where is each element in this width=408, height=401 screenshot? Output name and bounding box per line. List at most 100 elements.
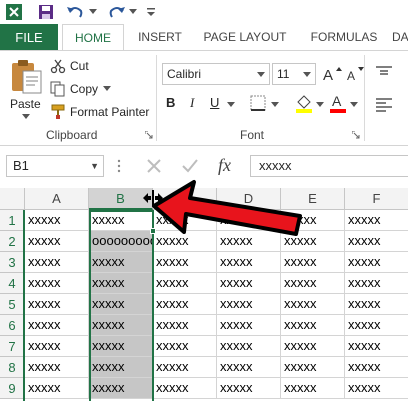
row-header[interactable]: 5 — [0, 294, 25, 315]
cell-e6[interactable]: xxxxx — [281, 315, 345, 336]
cell-f9[interactable]: xxxxx — [345, 378, 408, 399]
italic-button[interactable]: I — [190, 95, 204, 113]
bold-button[interactable]: B — [166, 95, 180, 113]
cell-f2[interactable]: xxxxx — [345, 231, 408, 252]
enter-icon[interactable] — [178, 155, 202, 177]
redo-dropdown-icon[interactable] — [128, 2, 138, 22]
cell-e3[interactable]: xxxxx — [281, 252, 345, 273]
cell-f7[interactable]: xxxxx — [345, 336, 408, 357]
cell-b4[interactable]: xxxxx — [89, 273, 153, 294]
underline-button[interactable]: U — [210, 95, 224, 113]
cell-e8[interactable]: xxxxx — [281, 357, 345, 378]
row-header[interactable]: 4 — [0, 273, 25, 294]
cell-c9[interactable]: xxxxx — [153, 378, 217, 399]
cell-d9[interactable]: xxxxx — [217, 378, 281, 399]
tab-formulas[interactable]: FORMULAS — [302, 24, 386, 50]
cell-e7[interactable]: xxxxx — [281, 336, 345, 357]
cell-c3[interactable]: xxxxx — [153, 252, 217, 273]
clipboard-launcher-icon[interactable] — [145, 131, 153, 139]
cell-f8[interactable]: xxxxx — [345, 357, 408, 378]
increase-font-size-button[interactable]: A — [322, 65, 344, 84]
paste-button[interactable]: Paste — [6, 57, 46, 121]
cut-button[interactable]: Cut — [50, 57, 130, 75]
excel-icon[interactable] — [4, 2, 24, 22]
cell-c7[interactable]: xxxxx — [153, 336, 217, 357]
column-header-f[interactable]: F — [345, 188, 408, 210]
cell-d7[interactable]: xxxxx — [217, 336, 281, 357]
cell-a9[interactable]: xxxxx — [25, 378, 89, 399]
cell-b2[interactable]: oooooooooo — [89, 231, 153, 252]
tab-home[interactable]: HOME — [62, 24, 124, 51]
row-header[interactable]: 6 — [0, 315, 25, 336]
tab-page-layout[interactable]: PAGE LAYOUT — [196, 24, 294, 50]
cell-d3[interactable]: xxxxx — [217, 252, 281, 273]
cell-e4[interactable]: xxxxx — [281, 273, 345, 294]
cell-e5[interactable]: xxxxx — [281, 294, 345, 315]
formula-bar-grip-icon[interactable] — [117, 158, 121, 174]
row-header[interactable]: 8 — [0, 357, 25, 378]
cell-d5[interactable]: xxxxx — [217, 294, 281, 315]
cell-a2[interactable]: xxxxx — [25, 231, 89, 252]
cell-c6[interactable]: xxxxx — [153, 315, 217, 336]
underline-dropdown-icon[interactable] — [227, 102, 235, 108]
cell-b6[interactable]: xxxxx — [89, 315, 153, 336]
cell-a5[interactable]: xxxxx — [25, 294, 89, 315]
cell-f6[interactable]: xxxxx — [345, 315, 408, 336]
cell-a6[interactable]: xxxxx — [25, 315, 89, 336]
cell-a3[interactable]: xxxxx — [25, 252, 89, 273]
cell-f1[interactable]: xxxxx — [345, 210, 408, 231]
cell-c4[interactable]: xxxxx — [153, 273, 217, 294]
copy-button[interactable]: Copy — [50, 80, 150, 98]
cell-a1[interactable]: xxxxx — [25, 210, 89, 231]
top-align-button[interactable] — [374, 65, 394, 81]
font-color-dropdown-icon[interactable] — [350, 102, 358, 108]
insert-function-button[interactable]: fx — [218, 155, 231, 176]
cell-f5[interactable]: xxxxx — [345, 294, 408, 315]
cell-d4[interactable]: xxxxx — [217, 273, 281, 294]
row-header[interactable]: 1 — [0, 210, 25, 231]
tab-insert[interactable]: INSERT — [132, 24, 188, 50]
fill-color-dropdown-icon[interactable] — [316, 102, 324, 108]
cancel-icon[interactable] — [142, 155, 166, 177]
format-painter-button[interactable]: Format Painter — [50, 103, 160, 121]
cell-e9[interactable]: xxxxx — [281, 378, 345, 399]
cell-b5[interactable]: xxxxx — [89, 294, 153, 315]
redo-icon[interactable] — [106, 2, 128, 22]
cell-a4[interactable]: xxxxx — [25, 273, 89, 294]
cell-b9[interactable]: xxxxx — [89, 378, 153, 399]
undo-icon[interactable] — [64, 2, 86, 22]
font-launcher-icon[interactable] — [352, 131, 360, 139]
font-size-select[interactable]: 11 — [272, 63, 316, 85]
align-left-button[interactable] — [374, 97, 394, 113]
save-icon[interactable] — [36, 2, 56, 22]
borders-dropdown-icon[interactable] — [271, 102, 279, 108]
cell-d8[interactable]: xxxxx — [217, 357, 281, 378]
cell-a8[interactable]: xxxxx — [25, 357, 89, 378]
cell-f4[interactable]: xxxxx — [345, 273, 408, 294]
cell-b3[interactable]: xxxxx — [89, 252, 153, 273]
borders-button[interactable] — [250, 95, 268, 113]
fill-color-button[interactable] — [294, 93, 314, 113]
select-all-button[interactable] — [0, 188, 25, 210]
cell-d6[interactable]: xxxxx — [217, 315, 281, 336]
cell-b1[interactable]: xxxxx — [89, 210, 153, 231]
cell-b7[interactable]: xxxxx — [89, 336, 153, 357]
row-header[interactable]: 9 — [0, 378, 25, 399]
cell-f3[interactable]: xxxxx — [345, 252, 408, 273]
undo-dropdown-icon[interactable] — [88, 2, 98, 22]
customize-qat-icon[interactable] — [145, 2, 157, 22]
cell-b8[interactable]: xxxxx — [89, 357, 153, 378]
font-color-button[interactable]: A — [328, 93, 348, 113]
tab-file[interactable]: FILE — [0, 24, 58, 50]
chevron-down-icon[interactable]: ▼ — [90, 156, 99, 176]
row-header[interactable]: 2 — [0, 231, 25, 252]
cell-a7[interactable]: xxxxx — [25, 336, 89, 357]
cell-c8[interactable]: xxxxx — [153, 357, 217, 378]
row-header[interactable]: 3 — [0, 252, 25, 273]
name-box[interactable]: B1 ▼ — [6, 155, 104, 177]
column-header-a[interactable]: A — [25, 188, 89, 210]
row-header[interactable]: 7 — [0, 336, 25, 357]
formula-input[interactable]: xxxxx — [250, 155, 408, 177]
font-name-select[interactable]: Calibri — [162, 63, 270, 85]
tab-data[interactable]: DA — [392, 24, 408, 50]
